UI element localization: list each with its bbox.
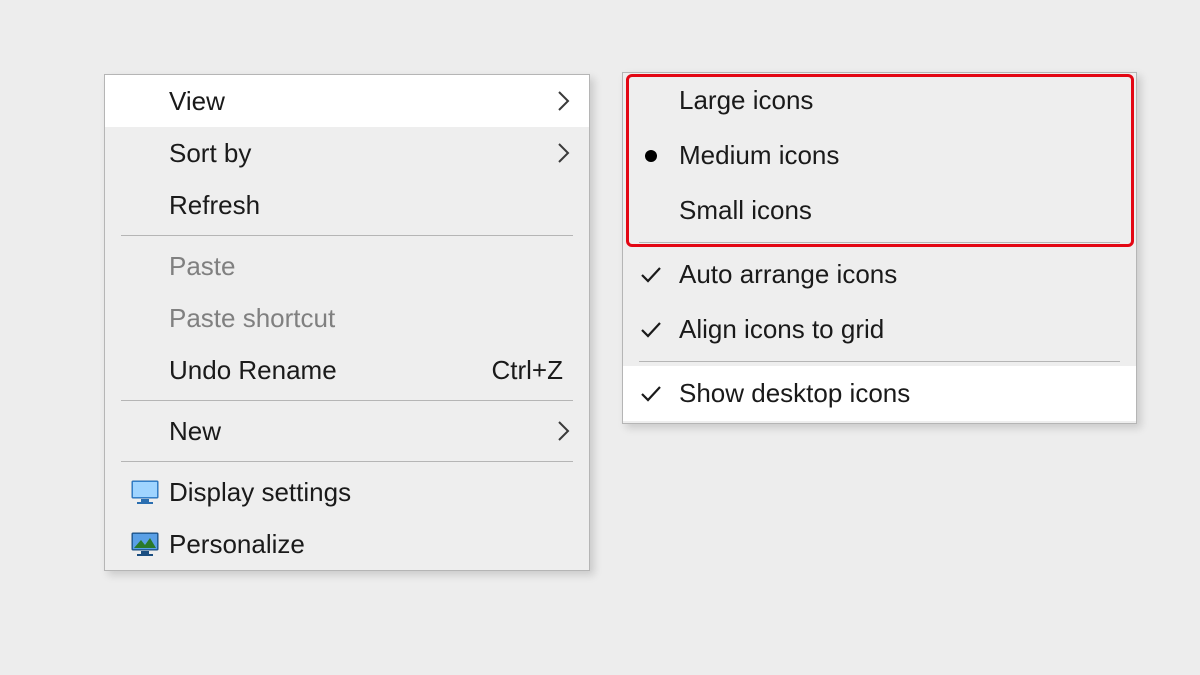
menu-item-personalize[interactable]: Personalize (105, 518, 589, 570)
submenu-label: Auto arrange icons (679, 259, 1118, 290)
chevron-right-icon (549, 420, 571, 442)
menu-label: View (169, 86, 549, 117)
submenu-label: Align icons to grid (679, 314, 1118, 345)
menu-item-paste: Paste (105, 240, 589, 292)
menu-label: Paste shortcut (169, 303, 549, 334)
check-icon (623, 385, 679, 403)
submenu-item-show-desktop-icons[interactable]: Show desktop icons (623, 366, 1136, 421)
chevron-right-icon (549, 142, 571, 164)
submenu-item-large-icons[interactable]: Large icons (623, 73, 1136, 128)
menu-item-view[interactable]: View (105, 75, 589, 127)
display-settings-icon (121, 479, 169, 505)
menu-label: New (169, 416, 549, 447)
menu-separator (639, 361, 1120, 362)
menu-item-sort-by[interactable]: Sort by (105, 127, 589, 179)
check-icon (623, 266, 679, 284)
personalize-icon (121, 531, 169, 557)
radio-marker-icon (623, 150, 679, 162)
submenu-label: Show desktop icons (679, 378, 1118, 409)
submenu-label: Small icons (679, 195, 1118, 226)
submenu-item-small-icons[interactable]: Small icons (623, 183, 1136, 238)
menu-label: Refresh (169, 190, 549, 221)
submenu-label: Large icons (679, 85, 1118, 116)
menu-item-undo-rename[interactable]: Undo Rename Ctrl+Z (105, 344, 589, 396)
menu-item-display-settings[interactable]: Display settings (105, 466, 589, 518)
menu-separator (639, 242, 1120, 243)
submenu-label: Medium icons (679, 140, 1118, 171)
menu-item-refresh[interactable]: Refresh (105, 179, 589, 231)
menu-accelerator: Ctrl+Z (492, 355, 572, 386)
chevron-right-icon (549, 90, 571, 112)
menu-separator (121, 461, 573, 462)
menu-separator (121, 400, 573, 401)
menu-label: Sort by (169, 138, 549, 169)
check-icon (623, 321, 679, 339)
submenu-item-medium-icons[interactable]: Medium icons (623, 128, 1136, 183)
submenu-item-align-grid[interactable]: Align icons to grid (623, 302, 1136, 357)
menu-item-paste-shortcut: Paste shortcut (105, 292, 589, 344)
menu-label: Undo Rename (169, 355, 492, 386)
submenu-item-auto-arrange[interactable]: Auto arrange icons (623, 247, 1136, 302)
view-submenu: Large icons Medium icons Small icons Aut… (622, 72, 1137, 424)
desktop-context-menu: View Sort by Refresh Paste Paste shortcu… (104, 74, 590, 571)
menu-label: Display settings (169, 477, 549, 508)
menu-label: Paste (169, 251, 549, 282)
menu-separator (121, 235, 573, 236)
menu-label: Personalize (169, 529, 549, 560)
menu-item-new[interactable]: New (105, 405, 589, 457)
